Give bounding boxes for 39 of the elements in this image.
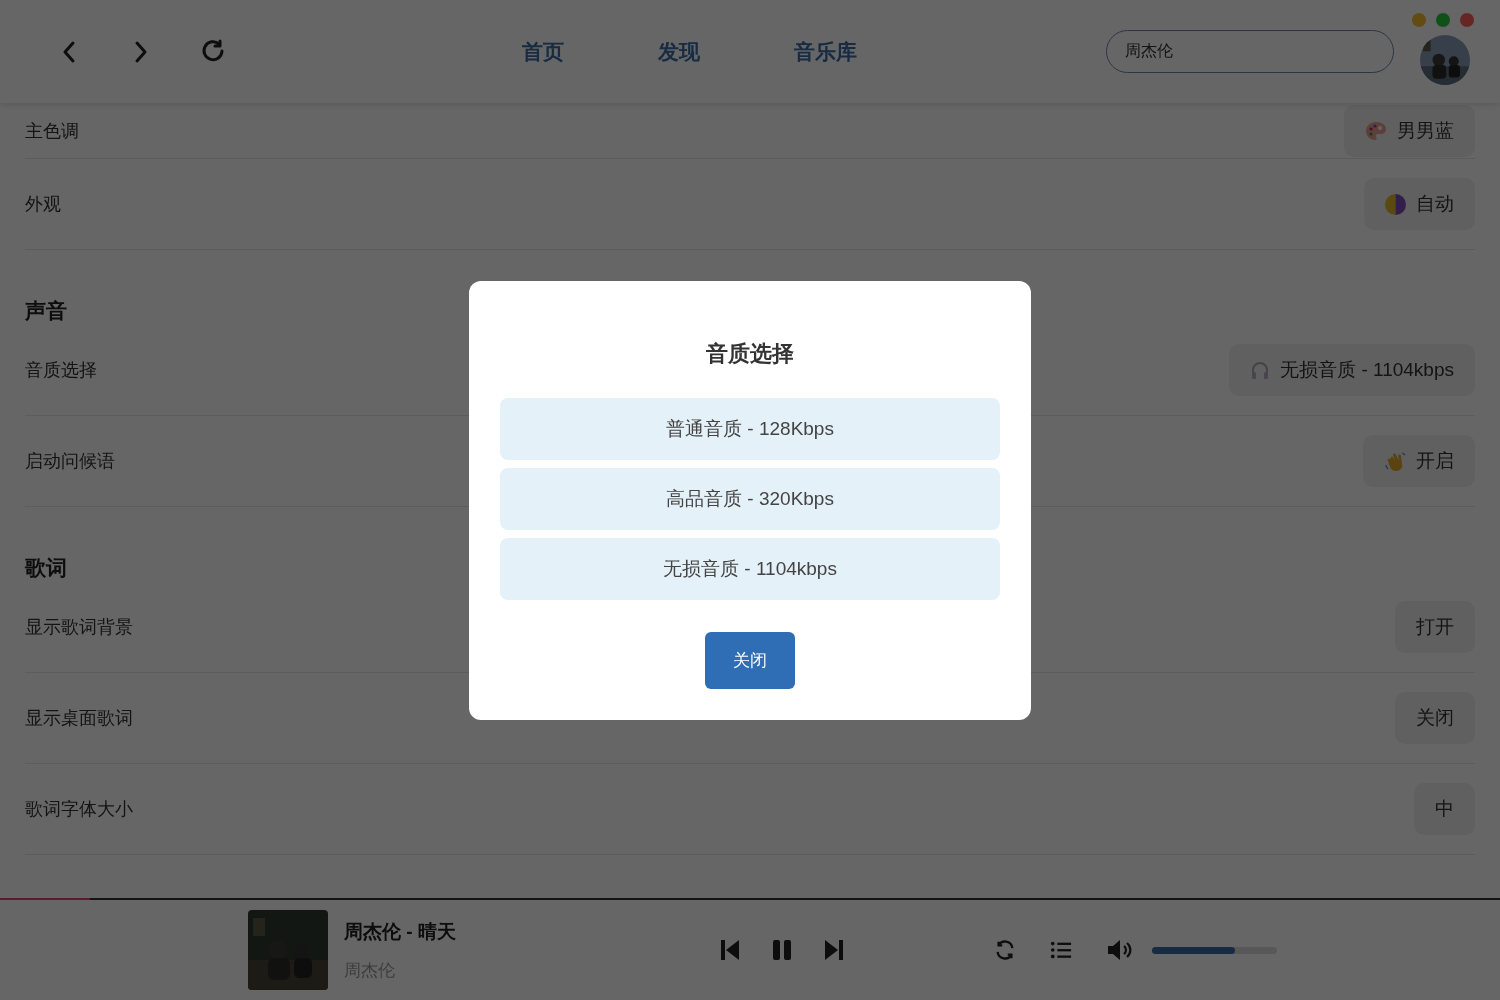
setting-label: 歌词字体大小 — [25, 798, 133, 821]
setting-button[interactable]: 中 — [1414, 783, 1475, 835]
setting-button[interactable]: 关闭 — [1395, 692, 1475, 744]
repeat-icon — [994, 939, 1016, 961]
setting-label: 显示桌面歌词 — [25, 707, 133, 730]
setting-label: 启动问候语 — [25, 450, 115, 473]
setting-button[interactable]: 无损音质 - 1104kbps — [1229, 344, 1475, 396]
nav-tab[interactable]: 发现 — [658, 37, 700, 66]
waving-hand-icon — [1384, 450, 1406, 472]
nav-tab[interactable]: 首页 — [522, 37, 564, 66]
setting-button[interactable]: 自动 — [1364, 178, 1475, 230]
setting-label: 主色调 — [25, 119, 79, 143]
section-title: 声音 — [25, 298, 67, 324]
volume-slider[interactable] — [1152, 946, 1277, 954]
skip-forward-icon — [822, 938, 846, 962]
minimize-dot[interactable] — [1412, 13, 1426, 27]
setting-label: 外观 — [25, 193, 61, 216]
search-field[interactable]: 周杰伦 — [1106, 30, 1394, 73]
song-title: 周杰伦 - 晴天 — [344, 919, 457, 944]
skip-back-icon — [718, 938, 742, 962]
pause-icon — [770, 938, 794, 962]
nav-tab[interactable]: 音乐库 — [794, 37, 857, 66]
setting-label: 显示歌词背景 — [25, 616, 133, 639]
setting-button[interactable]: 开启 — [1363, 435, 1475, 487]
maximize-dot[interactable] — [1436, 13, 1450, 27]
quality-option[interactable]: 普通音质 - 128Kbps — [500, 397, 1000, 460]
headphones-icon — [1250, 360, 1271, 380]
list-icon — [1050, 939, 1072, 961]
moon-icon — [1385, 193, 1406, 215]
setting-button[interactable]: 男男蓝 — [1344, 104, 1475, 157]
setting-button[interactable]: 打开 — [1395, 601, 1475, 653]
dialog-title: 音质选择 — [705, 339, 795, 368]
quality-option[interactable]: 高品音质 - 320Kbps — [500, 467, 1000, 530]
close-button[interactable]: 关闭 — [705, 631, 795, 689]
close-dot[interactable] — [1460, 13, 1474, 27]
palette-icon — [1365, 120, 1387, 141]
setting-label: 音质选择 — [25, 359, 97, 382]
section-title: 歌词 — [25, 555, 67, 581]
quality-option[interactable]: 无损音质 - 1104kbps — [500, 537, 1000, 600]
